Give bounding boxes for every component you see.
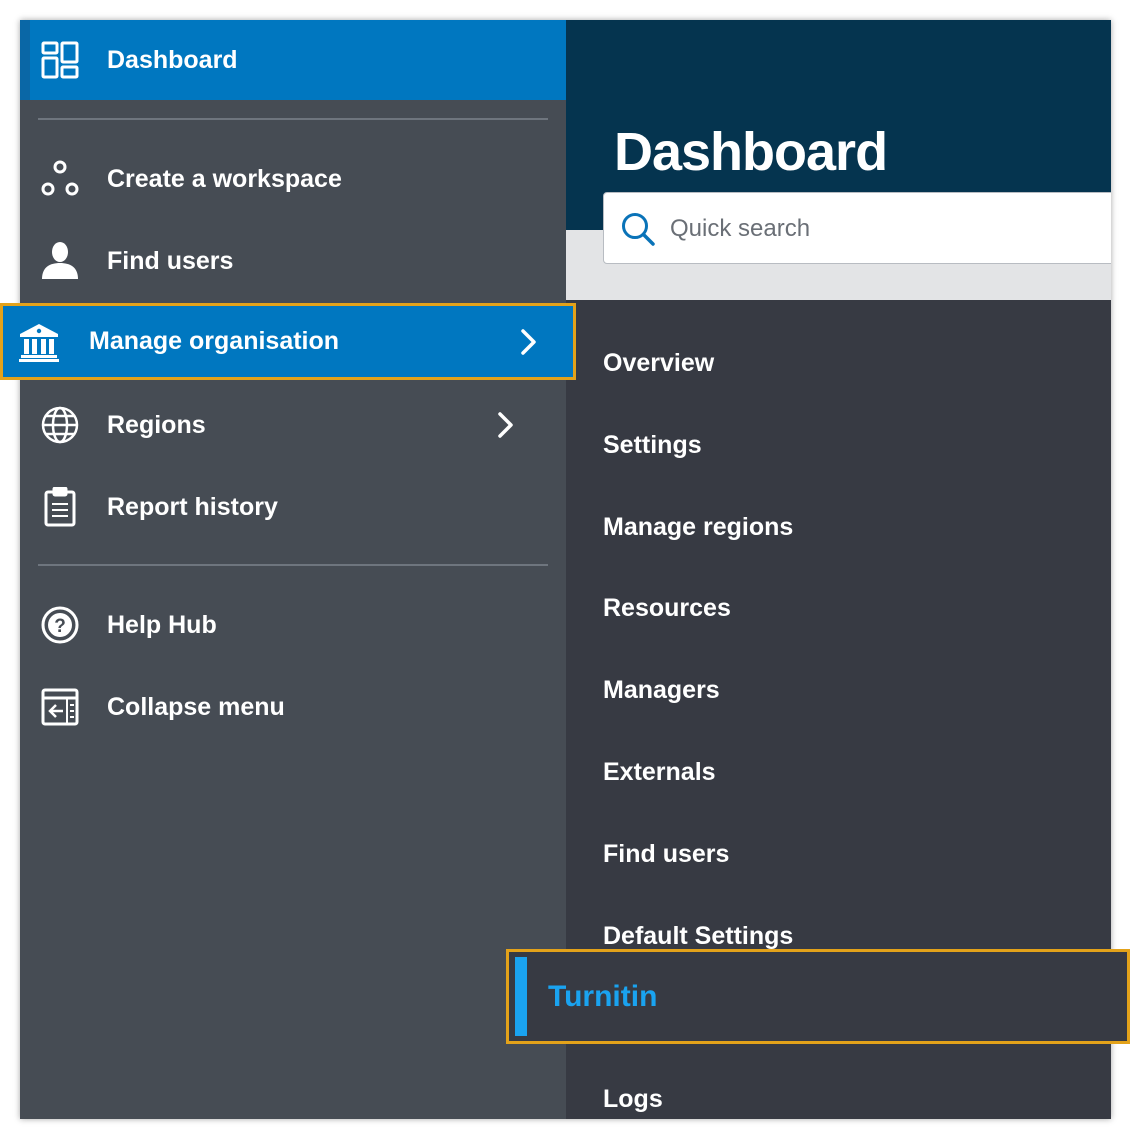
page-title: Dashboard [614, 122, 888, 182]
institution-icon [19, 324, 59, 362]
sidebar-item-regions[interactable]: Regions [20, 385, 566, 465]
workspace-icon [41, 160, 79, 196]
divider [38, 118, 548, 120]
user-icon [42, 242, 78, 279]
sidebar-item-find-users[interactable]: Find users [20, 221, 566, 301]
sidebar-item-label: Collapse menu [107, 693, 285, 721]
chevron-right-icon [521, 329, 536, 355]
sidebar-item-dashboard[interactable]: Dashboard [20, 20, 566, 100]
sidebar-item-collapse-menu[interactable]: Collapse menu [20, 667, 566, 747]
dashboard-icon [41, 41, 79, 79]
submenu-item-managers[interactable]: Managers [603, 665, 720, 715]
search-icon [622, 213, 655, 246]
selected-indicator [515, 957, 527, 1036]
submenu-item-settings[interactable]: Settings [603, 420, 702, 470]
collapse-menu-icon [41, 688, 79, 726]
sidebar-item-label: Help Hub [107, 611, 217, 639]
submenu-item-label: Turnitin [548, 980, 658, 1013]
sidebar-item-create-workspace[interactable]: Create a workspace [20, 139, 566, 219]
submenu-item-externals[interactable]: Externals [603, 747, 716, 797]
sidebar: Dashboard Create a workspace Find users [20, 20, 566, 1119]
chevron-right-icon [498, 412, 513, 438]
help-icon: ? [41, 606, 79, 644]
sidebar-item-help-hub[interactable]: ? Help Hub [20, 585, 566, 665]
sidebar-item-label: Create a workspace [107, 165, 342, 193]
sidebar-item-label: Find users [107, 247, 234, 275]
svg-text:?: ? [54, 616, 66, 637]
quick-search[interactable] [603, 192, 1111, 264]
search-input[interactable] [670, 211, 1050, 247]
submenu-item-logs[interactable]: Logs [603, 1074, 663, 1119]
clipboard-icon [44, 487, 76, 527]
sidebar-item-report-history[interactable]: Report history [20, 467, 566, 547]
sidebar-item-manage-organisation[interactable]: Manage organisation [0, 303, 576, 380]
submenu-item-find-users[interactable]: Find users [603, 829, 729, 879]
globe-icon [41, 406, 79, 444]
submenu-item-turnitin[interactable]: Turnitin [506, 949, 1130, 1044]
sidebar-item-label: Dashboard [107, 46, 238, 74]
sidebar-item-label: Regions [107, 411, 206, 439]
submenu-item-overview[interactable]: Overview [603, 338, 714, 388]
sidebar-item-label: Manage organisation [89, 327, 340, 355]
divider [38, 564, 548, 566]
active-indicator [20, 20, 30, 100]
submenu-item-resources[interactable]: Resources [603, 583, 731, 633]
submenu-item-manage-regions[interactable]: Manage regions [603, 502, 793, 552]
sidebar-item-label: Report history [107, 493, 278, 521]
